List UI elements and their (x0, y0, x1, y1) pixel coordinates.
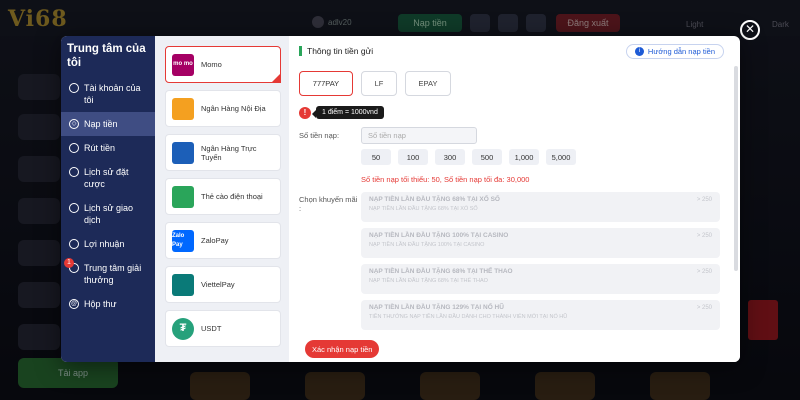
deposit-limits: Số tiền nạp tối thiểu: 50, Số tiền nạp t… (361, 175, 530, 184)
method-usdt[interactable]: ₮ USDT (165, 310, 281, 347)
sidebar-item-label: Lợi nhuận (84, 239, 125, 249)
channel-epay[interactable]: EPAY (405, 71, 451, 96)
profit-icon (69, 239, 79, 249)
info-icon: i (634, 46, 644, 56)
amount-label: Số tiền nạp: (299, 131, 340, 140)
channel-tabs: 777PAY LF EPAY (299, 71, 730, 96)
alert-icon: ! (299, 106, 311, 119)
quick-amount-button[interactable]: 5,000 (546, 149, 576, 165)
sidebar-item-label: Trung tâm giải thưởng (84, 263, 142, 285)
method-momo[interactable]: mo mo Momo (165, 46, 281, 83)
zalopay-logo-icon: Zalo Pay (172, 229, 194, 252)
sidebar-item-rewards[interactable]: 1 Trung tâm giải thưởng (61, 256, 155, 292)
method-label: ViettelPay (201, 280, 235, 289)
momo-logo-icon: mo mo (172, 53, 194, 76)
method-online-bank[interactable]: Ngân Hàng Trực Tuyến (165, 134, 281, 171)
close-modal-button[interactable]: ✕ (740, 20, 760, 40)
method-label: Ngân Hàng Nội Địa (201, 104, 266, 113)
promo-option[interactable]: NẠP TIỀN LẦN ĐẦU TẶNG 68% TẠI THỂ THAO NẠ… (361, 264, 720, 294)
sidebar-item-mailbox[interactable]: @ Hộp thư (61, 292, 155, 316)
promo-title: NẠP TIỀN LẦN ĐẦU TẶNG 68% TẠI THỂ THAO (369, 268, 513, 275)
withdraw-icon (69, 143, 79, 153)
title-accent-bar (299, 46, 302, 56)
sidebar-item-label: Rút tiền (84, 143, 116, 153)
promo-option[interactable]: NẠP TIỀN LẦN ĐẦU TẶNG 68% TẠI XỔ SỐ NẠP T… (361, 192, 720, 222)
viettelpay-logo-icon (172, 273, 194, 296)
sidebar-item-label: Nạp tiền (84, 119, 118, 129)
account-icon (69, 83, 79, 93)
promo-list: NẠP TIỀN LẦN ĐẦU TẶNG 68% TẠI XỔ SỐ NẠP T… (361, 192, 720, 336)
promo-min: > 250 (696, 197, 712, 203)
quick-amount-button[interactable]: 500 (472, 149, 502, 165)
quick-amount-button[interactable]: 300 (435, 149, 465, 165)
amount-input[interactable] (361, 127, 477, 144)
quick-amount-button[interactable]: 100 (398, 149, 428, 165)
promo-min: > 250 (696, 269, 712, 275)
usdt-logo-icon: ₮ (172, 317, 194, 340)
method-label: ZaloPay (201, 236, 229, 245)
sidebar-title: Trung tâm của tôi (67, 43, 146, 69)
method-domestic-bank[interactable]: Ngân Hàng Nội Địa (165, 90, 281, 127)
promo-option[interactable]: NẠP TIỀN LẦN ĐẦU TẶNG 129% TẠI NỔ HŨ TIỀN… (361, 300, 720, 330)
sidebar-item-account[interactable]: Tài khoản của tôi (61, 76, 155, 112)
method-phone-card[interactable]: Thẻ cào điện thoại (165, 178, 281, 215)
deposit-guide-button[interactable]: i Hướng dẫn nạp tiền (625, 43, 724, 59)
promo-option[interactable]: NẠP TIỀN LẦN ĐẦU TẶNG 100% TẠI CASINO NẠP… (361, 228, 720, 258)
sidebar-item-withdraw[interactable]: Rút tiền (61, 136, 155, 160)
rate-tooltip: 1 điểm = 1000vnd (312, 106, 384, 119)
method-label: USDT (201, 324, 222, 333)
promo-label: Chọn khuyến mãi : (299, 195, 358, 213)
content-scrollbar[interactable] (734, 66, 738, 271)
payment-methods: mo mo Momo Ngân Hàng Nội Địa Ngân Hàng Tr… (155, 36, 289, 362)
method-viettelpay[interactable]: ViettelPay (165, 266, 281, 303)
bank-icon (172, 97, 194, 120)
sidebar-item-transaction-history[interactable]: Lịch sử giao dịch (61, 196, 155, 232)
deposit-icon: ◇ (69, 119, 79, 129)
phone-card-icon (172, 185, 194, 208)
guide-label: Hướng dẫn nạp tiền (647, 46, 715, 56)
mail-icon: @ (69, 299, 79, 309)
promo-subtitle: TIỀN THƯỞNG NẠP TIỀN LẦN ĐẦU DÀNH CHO TH… (369, 314, 568, 320)
channel-lf[interactable]: LF (361, 71, 397, 96)
section-title-text: Thông tin tiền gửi (307, 46, 374, 56)
account-sidebar: Trung tâm của tôi Tài khoản của tôi ◇ Nạp… (61, 36, 155, 362)
promo-min: > 250 (696, 305, 712, 311)
sidebar-item-label: Lịch sử giao dịch (84, 203, 134, 225)
account-center-modal: Trung tâm của tôi Tài khoản của tôi ◇ Nạp… (61, 36, 740, 362)
selected-corner-icon (271, 73, 281, 83)
quick-amount-button[interactable]: 50 (361, 149, 391, 165)
transaction-history-icon (69, 203, 79, 213)
sidebar-item-profit[interactable]: Lợi nhuận (61, 232, 155, 256)
notification-badge: 1 (64, 258, 74, 268)
promo-subtitle: NẠP TIỀN LẦN ĐẦU TẶNG 68% TẠI XỔ SỐ (369, 206, 478, 212)
section-title: Thông tin tiền gửi (299, 46, 373, 56)
sidebar-item-label: Lịch sử đặt cược (84, 167, 129, 189)
promo-title: NẠP TIỀN LẦN ĐẦU TẶNG 129% TẠI NỔ HŨ (369, 304, 504, 311)
sidebar-item-deposit[interactable]: ◇ Nạp tiền (61, 112, 155, 136)
method-label: Momo (201, 60, 222, 69)
promo-subtitle: NẠP TIỀN LẦN ĐẦU TẶNG 100% TẠI CASINO (369, 242, 485, 248)
quick-amount-button[interactable]: 1,000 (509, 149, 539, 165)
sidebar-item-bet-history[interactable]: Lịch sử đặt cược (61, 160, 155, 196)
promo-subtitle: NẠP TIỀN LẦN ĐẦU TẶNG 68% TẠI THỂ THAO (369, 278, 488, 284)
sidebar-item-label: Hộp thư (84, 299, 117, 309)
online-bank-icon (172, 141, 194, 164)
promo-title: NẠP TIỀN LẦN ĐẦU TẶNG 100% TẠI CASINO (369, 232, 509, 239)
promo-title: NẠP TIỀN LẦN ĐẦU TẶNG 68% TẠI XỔ SỐ (369, 196, 500, 203)
method-label: Thẻ cào điện thoại (201, 192, 263, 201)
confirm-deposit-button[interactable]: Xác nhận nạp tiền (305, 340, 380, 358)
bet-history-icon (69, 167, 79, 177)
sidebar-item-label: Tài khoản của tôi (84, 83, 141, 105)
deposit-content: Thông tin tiền gửi i Hướng dẫn nạp tiền 7… (289, 36, 740, 362)
channel-777pay[interactable]: 777PAY (299, 71, 353, 96)
method-zalopay[interactable]: Zalo Pay ZaloPay (165, 222, 281, 259)
quick-amounts: 50 100 300 500 1,000 5,000 (361, 149, 730, 165)
promo-min: > 250 (696, 233, 712, 239)
method-label: Ngân Hàng Trực Tuyến (201, 143, 257, 162)
